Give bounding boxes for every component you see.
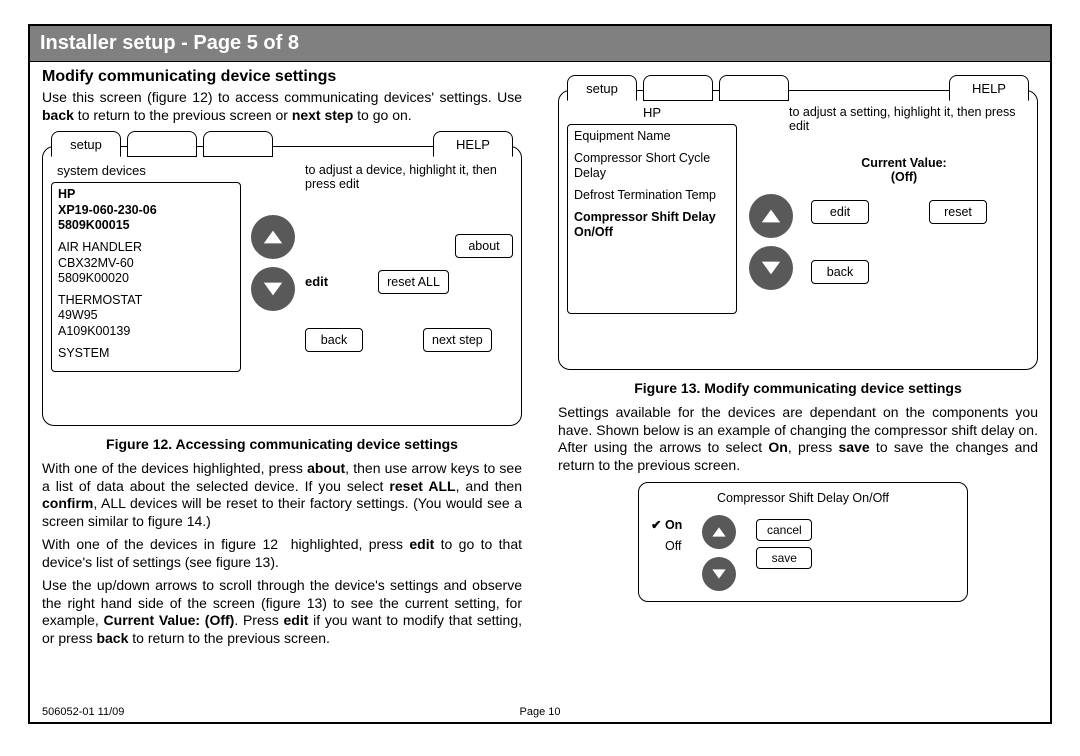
intro-paragraph: Use this screen (figure 12) to access co…: [42, 89, 522, 124]
tab-blank-1[interactable]: [643, 75, 713, 101]
device-line: AIR HANDLER: [58, 240, 234, 256]
back-button[interactable]: back: [811, 260, 869, 284]
compressor-shift-panel: Compressor Shift Delay On/Off On Off: [638, 482, 968, 602]
tab-help[interactable]: HELP: [949, 75, 1029, 101]
reset-all-button[interactable]: reset ALL: [378, 270, 449, 294]
reset-button[interactable]: reset: [929, 200, 987, 224]
device-listbox[interactable]: HP XP19-060-230-06 5809K00015 AIR HANDLE…: [51, 182, 241, 372]
tab-blank-2[interactable]: [719, 75, 789, 101]
hp-label: HP: [567, 105, 737, 120]
footer-doc-number: 506052-01 11/09: [42, 706, 124, 718]
figure-13-panel: setup HELP HP Equipment Name Compressor …: [558, 90, 1038, 370]
figure-13-caption: Figure 13. Modify communicating device s…: [558, 380, 1038, 396]
tab-setup[interactable]: setup: [51, 131, 121, 157]
device-line: 5809K00015: [58, 218, 234, 234]
section-heading: Modify communicating device settings: [42, 68, 522, 86]
arrow-up-button[interactable]: [702, 515, 736, 549]
save-button[interactable]: save: [756, 547, 812, 569]
paragraph-settings-available: Settings available for the devices are d…: [558, 404, 1038, 474]
page-frame: Installer setup - Page 5 of 8 Modify com…: [28, 24, 1052, 724]
device-item-hp[interactable]: HP XP19-060-230-06 5809K00015: [58, 187, 234, 234]
paragraph-edit: With one of the devices in figure 12 hig…: [42, 536, 522, 571]
device-line: 5809K00020: [58, 271, 234, 287]
triangle-down-icon: [262, 278, 284, 300]
footer-page-number: Page 10: [520, 706, 561, 718]
arrow-down-button[interactable]: [702, 557, 736, 591]
arrow-up-button[interactable]: [749, 194, 793, 238]
device-line: XP19-060-230-06: [58, 203, 234, 219]
cancel-button[interactable]: cancel: [756, 519, 812, 541]
device-item-thermostat[interactable]: THERMOSTAT 49W95 A109K00139: [58, 293, 234, 340]
settings-listbox[interactable]: Equipment Name Compressor Short Cycle De…: [567, 124, 737, 314]
about-button[interactable]: about: [455, 234, 513, 258]
edit-button[interactable]: edit: [811, 200, 869, 224]
arrow-up-button[interactable]: [251, 215, 295, 259]
setting-item-selected[interactable]: Compressor Shift Delay On/Off: [574, 210, 730, 241]
setting-item[interactable]: Compressor Short Cycle Delay: [574, 151, 730, 182]
device-line: SYSTEM: [58, 346, 234, 362]
option-off[interactable]: Off: [651, 536, 682, 557]
hint-text: to adjust a device, highlight it, then p…: [305, 163, 513, 192]
tab-blank-2[interactable]: [203, 131, 273, 157]
triangle-up-icon: [711, 524, 727, 540]
device-line: 49W95: [58, 308, 234, 324]
title-bar: Installer setup - Page 5 of 8: [30, 26, 1050, 62]
tab-help[interactable]: HELP: [433, 131, 513, 157]
paragraph-scroll: Use the up/down arrows to scroll through…: [42, 577, 522, 647]
current-value-label: Current Value:: [779, 156, 1029, 170]
arrow-down-button[interactable]: [251, 267, 295, 311]
device-line: CBX32MV-60: [58, 256, 234, 272]
option-on[interactable]: On: [651, 515, 682, 536]
setting-item[interactable]: Defrost Termination Temp: [574, 188, 730, 204]
system-devices-label: system devices: [57, 163, 241, 178]
tab-blank-1[interactable]: [127, 131, 197, 157]
device-line: A109K00139: [58, 324, 234, 340]
device-item-system[interactable]: SYSTEM: [58, 346, 234, 362]
setting-item[interactable]: Equipment Name: [574, 129, 730, 145]
triangle-up-icon: [760, 205, 782, 227]
triangle-up-icon: [262, 226, 284, 248]
hint-text: to adjust a setting, highlight it, then …: [789, 105, 1029, 134]
device-line: THERMOSTAT: [58, 293, 234, 309]
next-step-button[interactable]: next step: [423, 328, 492, 352]
paragraph-about-reset: With one of the devices highlighted, pre…: [42, 460, 522, 530]
small-panel-title: Compressor Shift Delay On/Off: [651, 491, 955, 505]
arrow-down-button[interactable]: [749, 246, 793, 290]
tab-setup[interactable]: setup: [567, 75, 637, 101]
figure-12-panel: setup HELP system devices HP XP19-060-23…: [42, 146, 522, 426]
edit-label: edit: [305, 274, 328, 289]
triangle-down-icon: [711, 566, 727, 582]
device-line: HP: [58, 187, 234, 203]
figure-12-caption: Figure 12. Accessing communicating devic…: [42, 436, 522, 452]
triangle-down-icon: [760, 257, 782, 279]
back-button[interactable]: back: [305, 328, 363, 352]
current-value: (Off): [779, 170, 1029, 184]
device-item-airhandler[interactable]: AIR HANDLER CBX32MV-60 5809K00020: [58, 240, 234, 287]
